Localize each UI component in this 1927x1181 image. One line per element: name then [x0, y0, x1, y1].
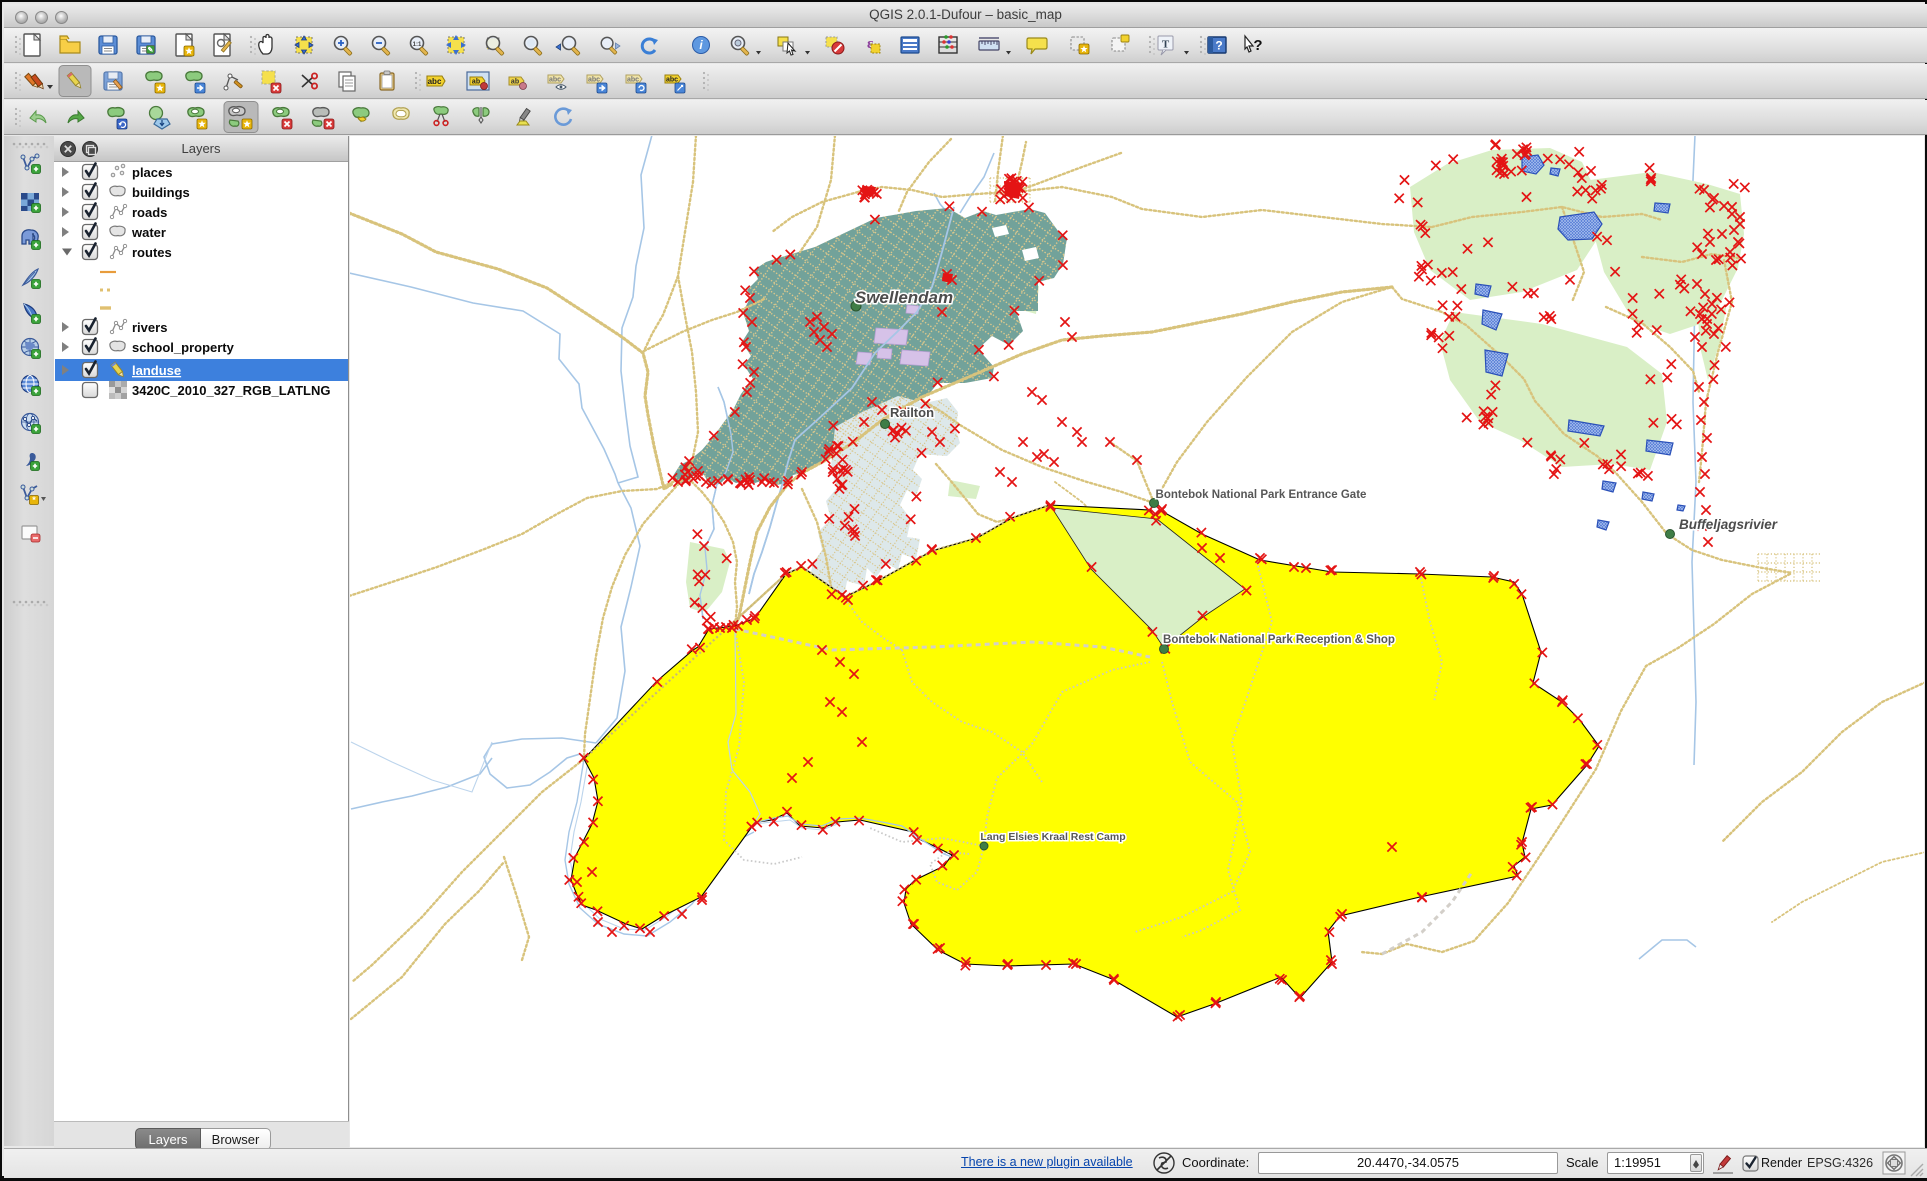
svg-text:Swellendam: Swellendam [855, 288, 953, 307]
svg-text:routes: routes [132, 245, 172, 260]
svg-text:Buffeljagsrivier: Buffeljagsrivier [1679, 517, 1778, 532]
svg-text:ab: ab [511, 79, 519, 86]
svg-text:rivers: rivers [132, 320, 167, 335]
svg-text:✎: ✎ [147, 45, 153, 54]
svg-text:abc: abc [549, 77, 561, 84]
svg-text:1:1: 1:1 [413, 42, 422, 48]
svg-text:ab: ab [472, 79, 480, 86]
svg-text:abc: abc [428, 77, 442, 86]
svg-text:Lang Elsies Kraal Rest Camp: Lang Elsies Kraal Rest Camp [980, 831, 1125, 843]
svg-text:abc: abc [588, 77, 600, 84]
svg-text:school_property: school_property [132, 340, 235, 355]
svg-text:water: water [131, 225, 166, 240]
svg-text:buildings: buildings [132, 185, 190, 200]
svg-text:Railton: Railton [890, 405, 934, 420]
svg-text:roads: roads [132, 205, 167, 220]
svg-text:*: * [32, 495, 36, 505]
svg-text:Bontebok National Park Entranc: Bontebok National Park Entrance Gate [1156, 489, 1367, 501]
svg-text:Bontebok National Park Recepti: Bontebok National Park Reception & Shop [1163, 634, 1395, 646]
svg-text:?: ? [1253, 37, 1262, 54]
svg-text:?: ? [1215, 39, 1222, 53]
svg-text:places: places [132, 165, 172, 180]
svg-text:T: T [1162, 39, 1170, 51]
svg-text:landuse: landuse [132, 363, 181, 378]
svg-text:abc: abc [627, 77, 639, 84]
svg-text:3420C_2010_327_RGB_LATLNG: 3420C_2010_327_RGB_LATLNG [132, 383, 330, 398]
svg-text:abc: abc [666, 77, 678, 84]
